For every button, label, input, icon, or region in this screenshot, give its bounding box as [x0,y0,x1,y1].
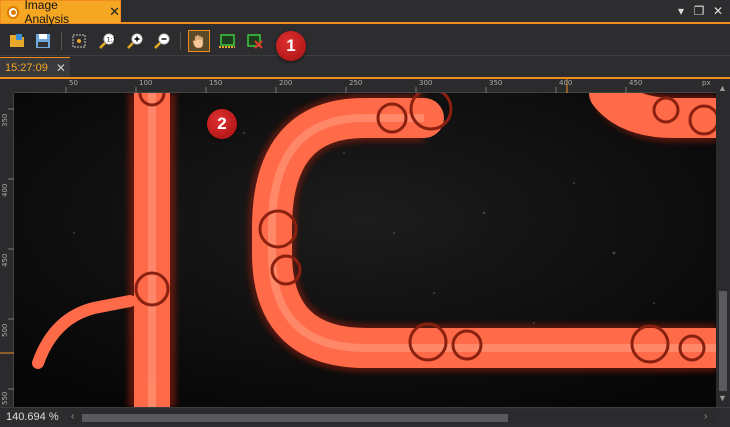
microscope-image [14,93,716,407]
roi-icon [219,34,235,48]
status-bar: 140.694 % ‹ › [0,407,730,427]
ruler-label: 350 [489,79,503,87]
ruler-label: 50 [69,79,78,87]
scroll-right-icon[interactable]: › [704,411,707,422]
roi-clear-button[interactable] [244,30,266,52]
scroll-up-icon[interactable]: ▲ [718,83,727,93]
save-image-button[interactable] [32,30,54,52]
vertical-ruler: 350 400 450 500 550 [0,93,14,407]
zoom-level: 140.694 % [6,411,59,423]
vertical-scroll-thumb[interactable] [719,291,727,391]
zoom-actual-icon: 1:1 [99,33,115,49]
zoom-in-button[interactable] [124,30,146,52]
fit-to-window-button[interactable] [68,30,90,52]
callout-badge-2: 2 [207,109,237,139]
roi-select-button[interactable] [216,30,238,52]
ruler-label: 200 [279,79,293,87]
close-icon[interactable]: ✕ [56,61,66,75]
horizontal-scrollbar[interactable]: ‹ › [68,411,716,425]
zoom-out-icon [154,33,170,49]
window-menu-button[interactable]: ▾ [672,2,690,20]
document-tab-title: Image Analysis [24,0,70,26]
zoom-1-1-button[interactable]: 1:1 [96,30,118,52]
ruler-label: 350 [1,113,9,127]
ruler-label: 150 [209,79,223,87]
ruler-label: 450 [1,253,9,267]
hand-icon [192,34,204,49]
save-icon [36,34,50,48]
svg-text:1:1: 1:1 [107,37,116,44]
open-image-button[interactable] [6,30,28,52]
toolbar: 1:1 [0,26,730,56]
ruler-label: 400 [559,79,573,87]
image-canvas[interactable] [14,93,716,407]
document-tab[interactable]: Image Analysis ✕ [0,0,121,26]
zoom-in-icon [127,33,143,49]
capture-tab-label: 15:27:09 [5,61,48,74]
scroll-down-icon[interactable]: ▼ [718,393,727,403]
capture-tab[interactable]: 15:27:09 ✕ [0,57,70,77]
ruler-unit: px [702,79,711,87]
toolbar-separator [61,32,62,50]
horizontal-ruler: 50 100 150 200 250 300 350 400 450 px [14,79,716,93]
close-window-button[interactable]: ✕ [709,2,727,20]
ruler-label: 550 [1,391,9,405]
ruler-label: 500 [1,323,9,337]
ruler-label: 400 [1,183,9,197]
ruler-label: 250 [349,79,363,87]
roi-delete-icon [247,34,263,49]
ruler-label: 100 [139,79,153,87]
app-icon [7,5,20,19]
ruler-label: 300 [419,79,433,87]
restore-button[interactable]: ❐ [690,2,708,20]
pan-tool-button[interactable] [188,30,210,52]
toolbar-separator [180,32,181,50]
ruler-label: 450 [629,79,643,87]
folder-icon [10,34,24,47]
vertical-scrollbar[interactable]: ▲ ▼ [716,79,730,407]
zoom-out-button[interactable] [151,30,173,52]
close-icon[interactable]: ✕ [109,4,120,20]
callout-badge-1: 1 [276,31,306,61]
title-bar: Image Analysis ✕ ▾ ❐ ✕ [0,0,730,26]
scroll-left-icon[interactable]: ‹ [71,411,74,422]
ruler-corner [0,79,14,93]
capture-tab-strip: 15:27:09 ✕ [0,57,730,79]
fit-icon [72,34,86,48]
horizontal-scroll-thumb[interactable] [82,414,508,422]
